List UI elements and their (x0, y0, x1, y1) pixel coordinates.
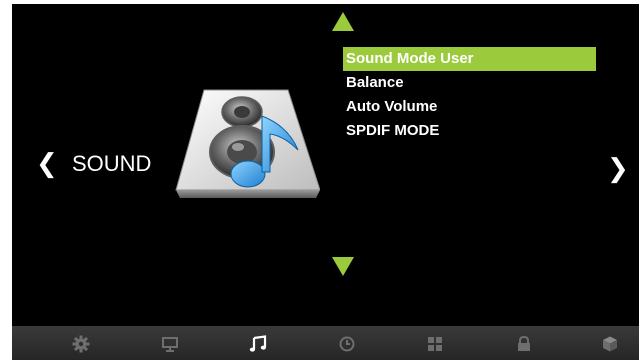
next-category-chevron-icon[interactable]: ❯ (607, 155, 629, 181)
grid-icon[interactable] (426, 335, 444, 353)
menu-item-sound-mode[interactable]: Sound Mode User (343, 47, 596, 71)
sound-menu-list: Sound Mode User Balance Auto Volume SPDI… (343, 47, 596, 143)
menu-item-auto-volume[interactable]: Auto Volume (343, 95, 596, 119)
speaker-music-icon (175, 89, 320, 198)
cube-icon[interactable] (601, 335, 619, 353)
menu-item-spdif-mode[interactable]: SPDIF MODE (343, 119, 596, 143)
lock-icon[interactable] (515, 335, 533, 353)
clock-icon[interactable] (338, 335, 356, 353)
category-tab-bar (12, 326, 639, 360)
category-title: SOUND (72, 151, 152, 176)
gear-icon[interactable] (72, 335, 90, 353)
previous-category-chevron-icon[interactable]: ❮ (36, 150, 58, 176)
scroll-up-arrow-icon[interactable] (332, 12, 354, 31)
music-note-icon[interactable] (249, 335, 267, 353)
tv-osd-screen: Sound Mode User Balance Auto Volume SPDI… (12, 4, 639, 360)
monitor-icon[interactable] (161, 335, 179, 353)
scroll-down-arrow-icon[interactable] (332, 257, 354, 276)
menu-item-balance[interactable]: Balance (343, 71, 596, 95)
